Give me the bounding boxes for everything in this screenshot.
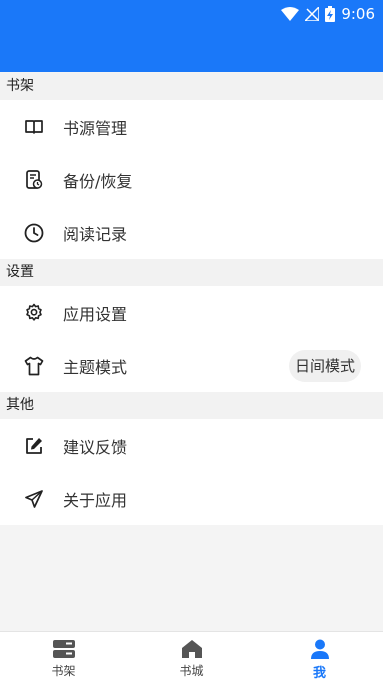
wifi-icon [281, 7, 300, 21]
section-header-other: 其他 [0, 392, 383, 419]
menu-item-reading-history[interactable]: 阅读记录 [0, 206, 383, 259]
edit-icon [24, 436, 44, 456]
menu-item-label: 主题模式 [63, 357, 128, 377]
menu-item-label: 书源管理 [63, 118, 128, 138]
bookshelf-icon [52, 639, 76, 659]
menu-item-backup-restore[interactable]: 备份/恢复 [0, 153, 383, 206]
menu-item-theme-mode[interactable]: 主题模式 日间模式 [0, 339, 383, 392]
battery-charging-icon [325, 6, 336, 22]
theme-mode-value[interactable]: 日间模式 [288, 349, 361, 382]
gear-icon [24, 303, 44, 323]
nav-tab-bookshelf[interactable]: 书架 [0, 632, 127, 680]
menu-item-label: 阅读记录 [63, 224, 128, 244]
paper-plane-icon [24, 489, 44, 509]
book-open-icon [24, 117, 44, 137]
nav-tab-bookstore[interactable]: 书城 [128, 632, 255, 680]
menu-item-about[interactable]: 关于应用 [0, 472, 383, 525]
bottom-nav: 书架 书城 我 [0, 631, 383, 680]
home-icon [180, 639, 204, 659]
menu-item-label: 应用设置 [63, 304, 128, 324]
section-header-settings: 设置 [0, 259, 383, 286]
backup-restore-icon [24, 169, 44, 190]
nav-tab-me[interactable]: 我 [256, 632, 383, 680]
status-bar: 9:06 [281, 4, 375, 24]
app-bar: 9:06 [0, 0, 383, 72]
nav-tab-label: 书城 [179, 664, 204, 678]
menu-item-feedback[interactable]: 建议反馈 [0, 419, 383, 472]
tshirt-icon [24, 356, 44, 376]
nav-tab-label: 书架 [51, 664, 76, 678]
section-header-bookshelf: 书架 [0, 73, 383, 100]
status-time: 9:06 [341, 5, 375, 23]
signal-off-icon [305, 7, 320, 21]
menu-item-source-management[interactable]: 书源管理 [0, 100, 383, 153]
user-icon [308, 639, 332, 659]
nav-tab-label: 我 [312, 666, 326, 680]
menu-item-label: 建议反馈 [63, 437, 128, 457]
menu-item-label: 备份/恢复 [63, 171, 133, 191]
clock-icon [24, 223, 44, 243]
menu-item-app-settings[interactable]: 应用设置 [0, 286, 383, 339]
menu-item-label: 关于应用 [63, 490, 128, 510]
